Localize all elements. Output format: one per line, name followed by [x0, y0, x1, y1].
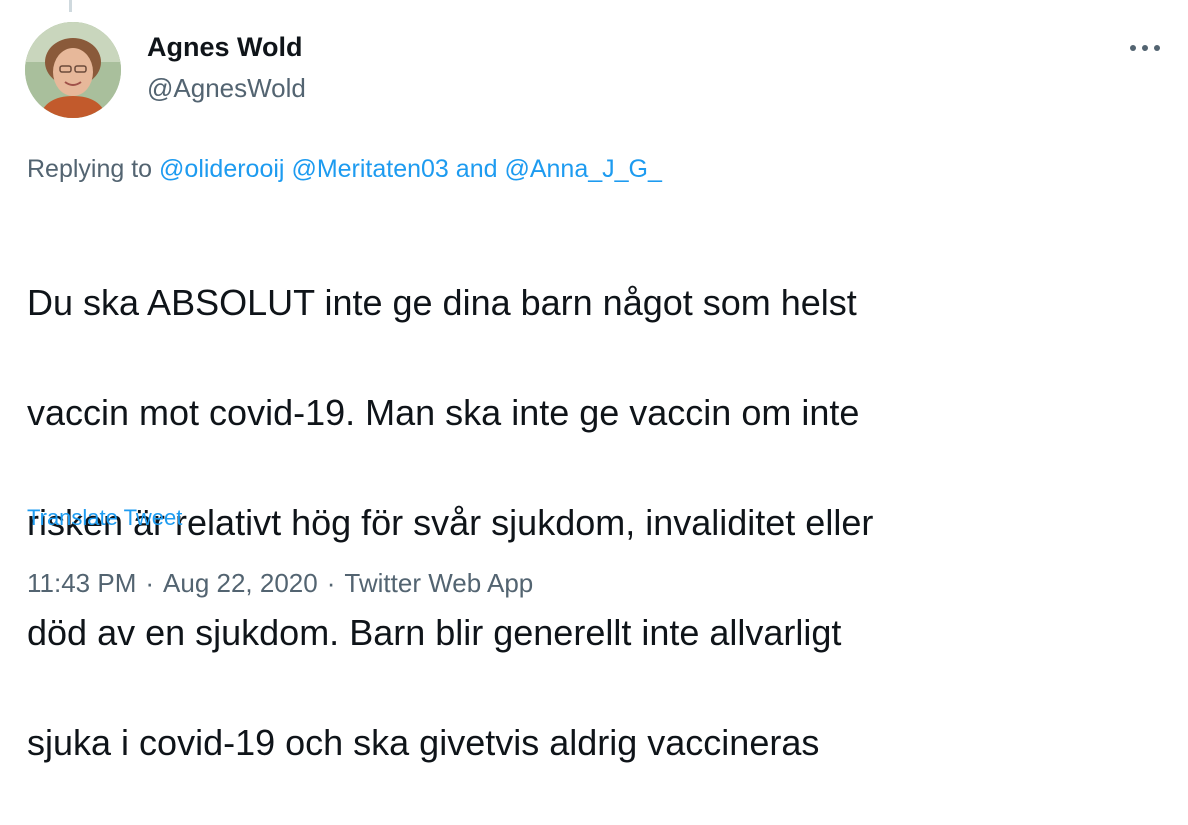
metadata-separator: · — [326, 568, 336, 598]
tweet-source-link[interactable]: Twitter Web App — [344, 568, 533, 598]
replying-to-label: Replying to — [27, 155, 153, 183]
mention-link[interactable]: @Meritaten03 — [291, 155, 448, 183]
avatar-image — [25, 22, 121, 118]
avatar[interactable] — [25, 22, 121, 118]
tweet-text-line: sjuka i covid-19 och ska givetvis aldrig… — [27, 722, 820, 763]
mention-link[interactable]: @Anna_J_G_ — [504, 155, 661, 183]
mention-link[interactable]: @oliderooij — [159, 155, 284, 183]
more-horizontal-icon — [1130, 45, 1136, 51]
tweet-text-line: död av en sjukdom. Barn blir generellt i… — [27, 612, 842, 653]
more-horizontal-icon-dot — [1142, 45, 1148, 51]
author-display-name[interactable]: Agnes Wold — [147, 31, 306, 63]
thread-connector-line — [69, 0, 72, 12]
tweet-time-link[interactable]: 11:43 PM — [27, 568, 136, 598]
tweet-text-line: risken är relativt hög för svår sjukdom,… — [27, 502, 874, 543]
more-horizontal-icon-dot — [1154, 45, 1160, 51]
metadata-separator: · — [145, 568, 155, 598]
author-block[interactable]: Agnes Wold @AgnesWold — [147, 31, 306, 104]
replying-conjunction[interactable]: and — [456, 155, 498, 183]
translate-tweet-link[interactable]: Translate Tweet — [27, 503, 182, 533]
tweet-text-line: vaccin mot covid-19. Man ska inte ge vac… — [27, 392, 860, 433]
tweet-text: Du ska ABSOLUT inte ge dina barn något s… — [27, 220, 1157, 825]
replying-to-line: Replying to @oliderooij @Meritaten03 and… — [27, 153, 662, 185]
tweet-text-line: Du ska ABSOLUT inte ge dina barn något s… — [27, 282, 857, 323]
more-options-button[interactable] — [1130, 34, 1160, 62]
tweet-date-link[interactable]: Aug 22, 2020 — [163, 568, 318, 598]
tweet-metadata: 11:43 PM · Aug 22, 2020 · Twitter Web App — [27, 566, 533, 600]
author-handle[interactable]: @AgnesWold — [147, 72, 306, 104]
